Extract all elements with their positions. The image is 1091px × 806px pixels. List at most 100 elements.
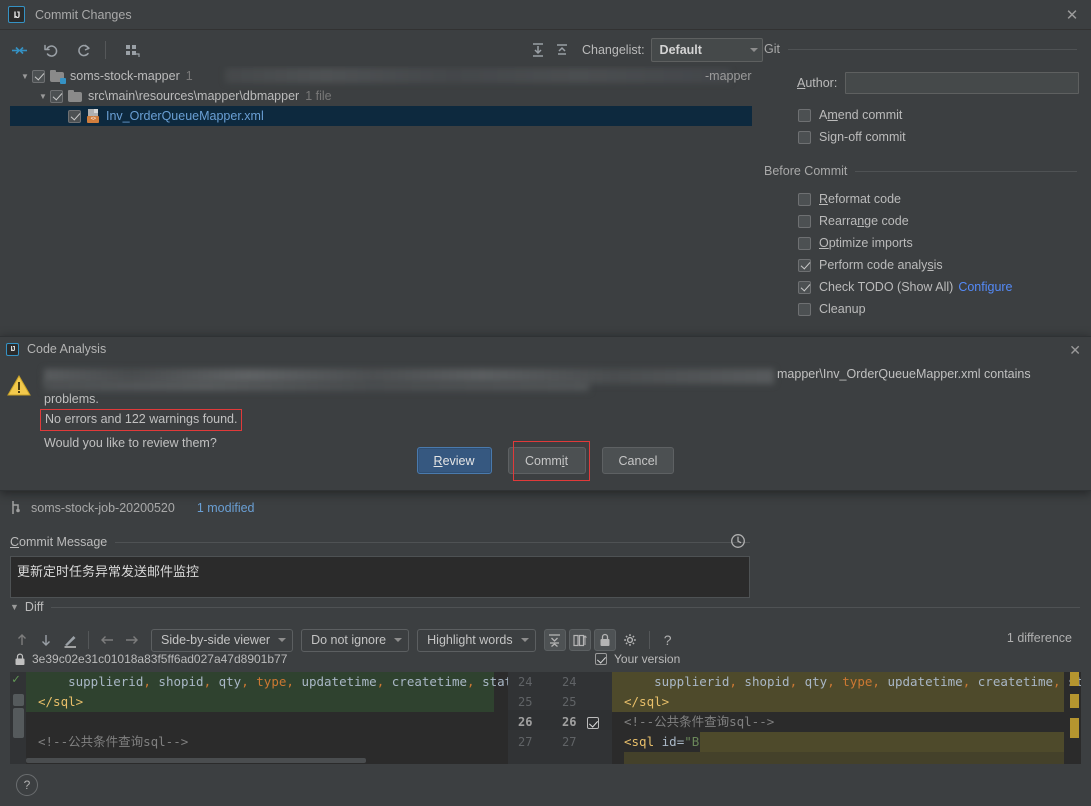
checkbox-label: Sign-off commit xyxy=(819,130,906,144)
accept-change-icon[interactable]: ✓ xyxy=(12,672,20,687)
blurred-file-path-2 xyxy=(44,381,589,391)
checkbox-label: Check TODO (Show All) xyxy=(819,280,954,294)
code-analysis-message: mapper\Inv_OrderQueueMapper.xml contains… xyxy=(40,365,1079,452)
left-pane-header: 3e39c02e31c01018a83f5ff6ad027a47d8901b77 xyxy=(14,652,287,666)
checkbox-box xyxy=(798,302,811,316)
checkbox-box xyxy=(798,258,811,272)
right-diff-editor[interactable]: supplierid, shopid, qty, type, updatetim… xyxy=(612,672,1081,764)
arrow-up-icon[interactable] xyxy=(10,628,34,652)
tree-node-label: Inv_OrderQueueMapper.xml xyxy=(106,109,264,123)
chevron-down-icon[interactable]: ▼ xyxy=(10,602,19,612)
horizontal-scrollbar[interactable] xyxy=(26,758,366,763)
before-commit-section-header: Before Commit xyxy=(764,164,1077,178)
tree-node-label: src\main\resources\mapper\dbmapper xyxy=(88,89,300,103)
left-diff-editor[interactable]: ✓ supplierid, shopid, qty, type, updatet… xyxy=(10,672,508,764)
clock-history-icon[interactable] xyxy=(730,533,746,549)
left-gutter-thumb-2[interactable] xyxy=(13,708,24,738)
lock-icon[interactable] xyxy=(593,629,616,651)
configure-link[interactable]: Configure xyxy=(958,280,1012,294)
amend-commit-checkbox[interactable]: Amend commit xyxy=(798,108,1079,122)
include-change-checkbox[interactable] xyxy=(587,717,599,729)
checkbox-label: Optimize imports xyxy=(819,236,913,250)
check-todo-checkbox[interactable]: Check TODO (Show All) Configure xyxy=(798,280,1079,294)
arrow-down-icon[interactable] xyxy=(34,628,58,652)
changelist-value: Default xyxy=(659,43,702,57)
tree-row[interactable]: ▼ soms-stock-mapper 1 -mapper xyxy=(10,66,752,86)
collapse-unchanged-icon[interactable] xyxy=(543,629,566,651)
analysis-problems-line: problems. xyxy=(44,392,99,406)
tree-node-label: soms-stock-mapper xyxy=(70,69,180,83)
ignore-mode-value: Do not ignore xyxy=(311,633,387,647)
checkbox-box xyxy=(798,280,811,294)
commit-changes-window: IJ Commit Changes ✕ Changelist: Default … xyxy=(0,0,1091,806)
close-icon[interactable]: ✕ xyxy=(1063,6,1081,24)
change-marker xyxy=(1070,672,1079,686)
branch-row: soms-stock-job-20200520 1 modified xyxy=(10,500,255,515)
refresh-icon[interactable] xyxy=(70,37,96,63)
tree-row[interactable]: <> Inv_OrderQueueMapper.xml xyxy=(10,106,752,126)
pencil-icon[interactable] xyxy=(58,628,82,652)
perform-code-analysis-checkbox[interactable]: Perform code analysis xyxy=(798,258,1079,272)
left-gutter-thumb[interactable] xyxy=(13,694,24,706)
rearrange-code-checkbox[interactable]: Rearrange code xyxy=(798,214,1079,228)
sign-off-commit-checkbox[interactable]: Sign-off commit xyxy=(798,130,1079,144)
tree-node-checkbox[interactable] xyxy=(32,69,45,83)
checkbox-box xyxy=(798,108,811,122)
divider xyxy=(855,170,1077,172)
reformat-code-checkbox[interactable]: Reformat code xyxy=(798,192,1079,206)
checkbox-label: Reformat code xyxy=(819,192,901,206)
analysis-file-line: mapper\Inv_OrderQueueMapper.xml contains xyxy=(44,365,1079,391)
ignore-mode-select[interactable]: Do not ignore xyxy=(301,628,410,652)
revert-icon[interactable] xyxy=(38,37,64,63)
optimize-imports-checkbox[interactable]: Optimize imports xyxy=(798,236,1079,250)
arrow-left-icon[interactable] xyxy=(95,628,119,652)
toolbar-divider xyxy=(105,41,106,59)
author-input[interactable] xyxy=(845,72,1079,94)
intellij-logo-icon: IJ xyxy=(6,342,19,356)
analysis-file-tail: mapper\Inv_OrderQueueMapper.xml contains xyxy=(777,367,1031,381)
tree-node-checkbox[interactable] xyxy=(50,89,63,103)
arrow-right-icon[interactable] xyxy=(119,628,143,652)
show-diff-icon[interactable] xyxy=(6,37,32,63)
bottom-bar: ? Commit Cancel https://blog.csdn.net/js… xyxy=(0,766,1091,806)
checkbox-box xyxy=(798,192,811,206)
tree-node-count: 1 file xyxy=(305,89,332,103)
code-line: </sql> xyxy=(26,692,494,712)
highlight-mode-select[interactable]: Highlight words xyxy=(417,628,536,652)
right-line-number: 24 xyxy=(562,675,577,689)
collapse-all-icon[interactable] xyxy=(552,40,572,60)
expand-all-icon[interactable] xyxy=(528,40,548,60)
right-pane-title: Your version xyxy=(614,652,681,666)
viewer-mode-select[interactable]: Side-by-side viewer xyxy=(151,628,294,652)
gear-icon[interactable] xyxy=(619,628,643,652)
analysis-summary-wrap: No errors and 122 warnings found. xyxy=(40,408,1079,432)
highlight-mode-value: Highlight words xyxy=(427,633,513,647)
analysis-summary-highlight: No errors and 122 warnings found. xyxy=(40,409,243,431)
group-by-icon[interactable] xyxy=(119,37,145,63)
question-icon[interactable]: ? xyxy=(16,774,38,796)
left-pane-revision: 3e39c02e31c01018a83f5ff6ad027a47d8901b77 xyxy=(32,652,288,666)
cleanup-checkbox[interactable]: Cleanup xyxy=(798,302,1079,316)
diff-section-label: Diff xyxy=(24,600,44,614)
commit-message-input[interactable]: 更新定时任务异常发送邮件监控 xyxy=(10,556,750,598)
changelist-label: Changelist: xyxy=(582,43,645,57)
cancel-button[interactable]: Cancel xyxy=(601,447,675,474)
commit-button[interactable]: Comm i t xyxy=(507,447,586,474)
tree-row[interactable]: ▼ src\main\resources\mapper\dbmapper 1 f… xyxy=(10,86,752,106)
toolbar-divider xyxy=(88,631,89,649)
changed-files-tree[interactable]: ▼ soms-stock-mapper 1 -mapper ▼ src\main… xyxy=(10,66,752,338)
tree-node-checkbox[interactable] xyxy=(68,109,81,123)
your-version-checkbox[interactable] xyxy=(595,653,607,665)
changelist-select[interactable]: Default xyxy=(650,38,763,62)
review-button[interactable]: Review xyxy=(416,447,492,474)
modified-count[interactable]: 1 modified xyxy=(197,501,255,515)
right-line-number: 25 xyxy=(562,695,577,709)
close-icon[interactable]: ✕ xyxy=(1069,342,1081,359)
tree-node-count: 1 xyxy=(185,69,193,83)
commit-message-header: Commit Message xyxy=(10,535,750,549)
code-line: </sql> xyxy=(612,692,1064,712)
columns-icon[interactable] xyxy=(568,629,591,651)
chevron-down-icon[interactable]: ▼ xyxy=(18,72,32,81)
question-icon[interactable]: ? xyxy=(656,628,680,652)
chevron-down-icon[interactable]: ▼ xyxy=(36,92,50,101)
